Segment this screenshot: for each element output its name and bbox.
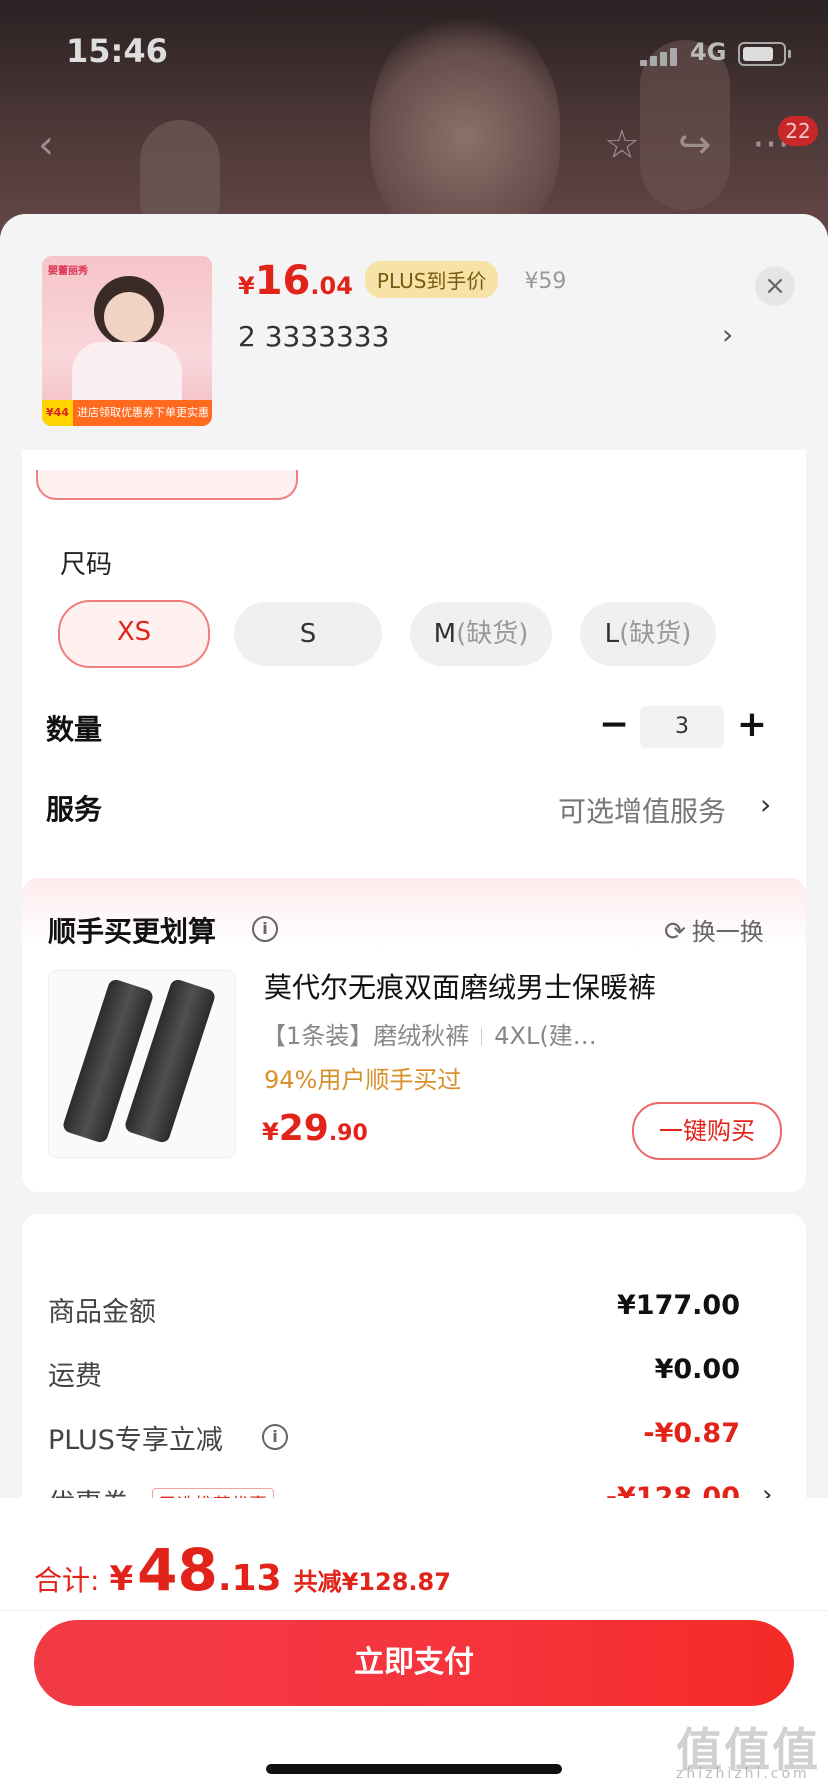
- refresh-button[interactable]: ⟳ 换一换: [664, 912, 764, 947]
- total-integer: 48: [137, 1536, 218, 1604]
- color-option-chip[interactable]: [36, 470, 298, 500]
- recommend-title: 顺手买更划算: [48, 915, 217, 948]
- original-price: ¥59: [524, 269, 567, 294]
- status-time: 15:46: [66, 32, 168, 70]
- quantity-label: 数量: [46, 713, 103, 746]
- size-option-l[interactable]: L(缺货): [580, 602, 716, 666]
- service-label: 服务: [46, 793, 103, 826]
- goods-amount-label: 商品金额: [48, 1297, 156, 1328]
- thumb-brand: 婴蕾丽秀: [48, 266, 88, 277]
- home-indicator[interactable]: [266, 1764, 562, 1774]
- price-integer: 16: [254, 258, 311, 304]
- info-icon[interactable]: i: [262, 1424, 288, 1450]
- thumb-promo-price: ¥44: [42, 400, 73, 426]
- recommend-buy-rate: 94%用户顺手买过: [264, 1066, 462, 1094]
- chevron-right-icon[interactable]: ›: [722, 318, 733, 351]
- plus-discount-value: -¥0.87: [643, 1418, 740, 1449]
- price-decimal: .04: [310, 272, 353, 300]
- share-icon[interactable]: ↪: [678, 120, 712, 170]
- battery-icon: [738, 42, 791, 66]
- signal-icon: [640, 44, 684, 66]
- shipping-label: 运费: [48, 1361, 102, 1392]
- shipping-value: ¥0.00: [654, 1354, 740, 1385]
- one-click-buy-button[interactable]: 一键购买: [632, 1102, 782, 1160]
- watermark-url: zhizhizhi.com: [676, 1766, 810, 1782]
- info-icon[interactable]: i: [252, 916, 278, 942]
- back-icon[interactable]: ‹: [38, 120, 54, 170]
- size-option-m[interactable]: M(缺货): [410, 602, 552, 666]
- divider: [0, 1610, 828, 1611]
- total-label: 合计:: [34, 1564, 100, 1597]
- refresh-icon: ⟳: [664, 917, 686, 947]
- sheet-header: 婴蕾丽秀 ¥44 进店领取优惠券下单更实惠 ¥ 16 .04 PLUS到手价 ¥5…: [0, 214, 828, 450]
- size-label: 尺码: [60, 550, 113, 580]
- price-currency: ¥: [238, 272, 255, 300]
- plus-price-tag: PLUS到手价: [364, 261, 499, 298]
- status-bar: 15:46 4G: [0, 0, 828, 100]
- thumb-face: [104, 292, 154, 342]
- service-value[interactable]: 可选增值服务: [558, 790, 726, 830]
- total-amount: 合计: ¥ 48 .13 共减¥128.87: [34, 1536, 451, 1604]
- size-option-s[interactable]: S: [234, 602, 382, 666]
- message-badge: 22: [778, 116, 818, 146]
- network-type: 4G: [690, 38, 727, 66]
- quantity-input[interactable]: 3: [640, 706, 724, 748]
- recommend-product-spec: 【1条装】磨绒秋裤 4XL(建…: [262, 1022, 597, 1050]
- recommend-product-image[interactable]: [48, 970, 236, 1158]
- product-price: ¥ 16 .04 PLUS到手价 ¥59: [238, 258, 566, 308]
- favorite-icon[interactable]: ☆: [604, 120, 640, 170]
- chevron-right-icon[interactable]: ›: [760, 788, 771, 821]
- quantity-increase-button[interactable]: +: [732, 704, 772, 745]
- close-button[interactable]: ×: [755, 266, 795, 306]
- total-currency: ¥: [109, 1559, 134, 1599]
- goods-amount-value: ¥177.00: [617, 1290, 740, 1321]
- thumb-promo-strip: ¥44 进店领取优惠券下单更实惠: [42, 400, 212, 426]
- plus-discount-label: PLUS专享立减: [48, 1425, 223, 1456]
- quantity-decrease-button[interactable]: −: [594, 704, 634, 745]
- total-saving: 共减¥128.87: [293, 1568, 451, 1596]
- thumb-promo-text: 进店领取优惠券下单更实惠: [76, 406, 209, 419]
- size-option-xs[interactable]: XS: [58, 600, 210, 668]
- pay-now-button[interactable]: 立即支付: [34, 1620, 794, 1706]
- selected-spec[interactable]: 2 3333333: [238, 320, 738, 353]
- recommend-price: ¥29.90: [262, 1108, 368, 1149]
- product-thumbnail[interactable]: 婴蕾丽秀 ¥44 进店领取优惠券下单更实惠: [42, 256, 212, 426]
- total-decimal: .13: [217, 1558, 282, 1599]
- recommend-product-title[interactable]: 莫代尔无痕双面磨绒男士保暖裤: [264, 966, 656, 1006]
